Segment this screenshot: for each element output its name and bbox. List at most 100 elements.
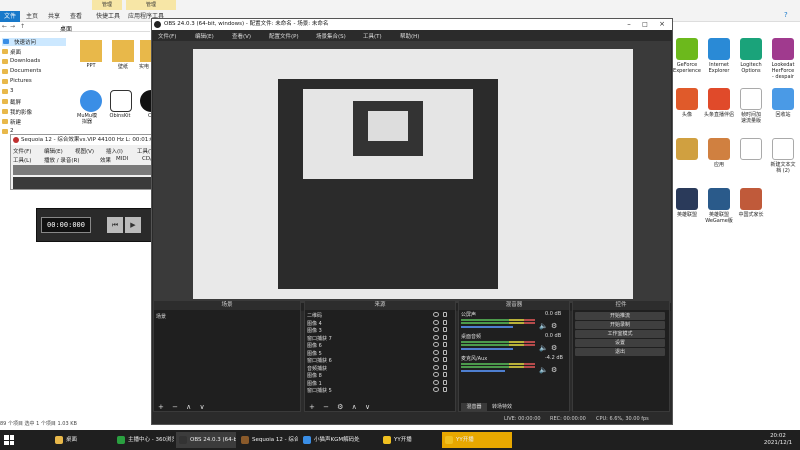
speaker-icon[interactable]: 🔈 bbox=[539, 344, 548, 352]
desktop-app-icon[interactable] bbox=[676, 88, 698, 110]
address-bar[interactable]: ← → ↑ 桌面 bbox=[0, 22, 150, 33]
lock-icon[interactable] bbox=[443, 327, 447, 332]
help-icon[interactable]: ? bbox=[784, 11, 794, 20]
nav-item[interactable]: Documents bbox=[10, 68, 41, 74]
source-item[interactable]: 图像 1 bbox=[307, 380, 322, 387]
source-item[interactable]: 窗口捕获 6 bbox=[307, 357, 332, 364]
minimize-icon[interactable]: – bbox=[622, 19, 636, 30]
source-item[interactable]: 窗口捕获 7 bbox=[307, 335, 332, 342]
close-icon[interactable]: × bbox=[654, 19, 670, 30]
taskbar-button[interactable]: YY开播 bbox=[442, 432, 512, 448]
forward-arrow-icon[interactable]: → bbox=[10, 23, 15, 30]
lock-icon[interactable] bbox=[443, 372, 447, 377]
scene-item[interactable]: 场景 bbox=[156, 313, 166, 320]
nav-item[interactable]: 快速访问 bbox=[2, 38, 66, 46]
obs-menu-item[interactable]: 文件(F) bbox=[158, 32, 176, 40]
taskbar-button[interactable]: 小猫声KGM解码处... bbox=[300, 432, 360, 448]
desktop-app-icon[interactable] bbox=[676, 38, 698, 60]
sequoia-menu-item[interactable]: 工具(L) bbox=[13, 156, 31, 164]
settings-button[interactable]: 设置 bbox=[575, 339, 665, 347]
gear-icon[interactable]: ⚙ bbox=[551, 322, 557, 330]
volume-slider[interactable] bbox=[461, 348, 513, 350]
visibility-eye-icon[interactable] bbox=[433, 387, 439, 392]
nav-item[interactable]: 截屏 bbox=[10, 98, 21, 106]
sequoia-menu-item[interactable]: 视图(V) bbox=[75, 147, 94, 155]
source-item[interactable]: 窗口捕获 5 bbox=[307, 387, 332, 394]
desktop-app-icon[interactable] bbox=[708, 138, 730, 160]
lock-icon[interactable] bbox=[443, 342, 447, 347]
source-item[interactable]: 图像 8 bbox=[307, 372, 322, 379]
visibility-eye-icon[interactable] bbox=[433, 312, 439, 317]
mumu-icon[interactable] bbox=[80, 90, 102, 112]
start-streaming-button[interactable]: 开始推流 bbox=[575, 312, 665, 320]
desktop-app-icon[interactable] bbox=[708, 88, 730, 110]
back-arrow-icon[interactable]: ← bbox=[2, 23, 7, 30]
start-recording-button[interactable]: 开始录制 bbox=[575, 321, 665, 329]
desktop-app-icon[interactable] bbox=[772, 38, 794, 60]
lock-icon[interactable] bbox=[443, 312, 447, 317]
sequoia-menu-item[interactable]: 文件(F) bbox=[13, 147, 31, 155]
lock-icon[interactable] bbox=[443, 349, 447, 355]
nav-item[interactable]: 我的影像 bbox=[10, 108, 32, 116]
nav-item[interactable]: Downloads bbox=[10, 58, 40, 64]
up-arrow-icon[interactable]: ↑ bbox=[20, 23, 25, 30]
lock-icon[interactable] bbox=[443, 357, 447, 362]
obs-menu-item[interactable]: 查看(V) bbox=[232, 32, 251, 40]
nav-item[interactable]: 3 bbox=[10, 88, 14, 94]
maximize-icon[interactable]: □ bbox=[638, 19, 652, 30]
visibility-eye-icon[interactable] bbox=[433, 327, 439, 332]
sequoia-menu-item[interactable]: 播放 / 录音(R) bbox=[44, 156, 79, 164]
visibility-eye-icon[interactable] bbox=[433, 349, 439, 355]
rewind-button[interactable]: ⏮ bbox=[107, 217, 123, 233]
sequoia-menu-item[interactable]: 编辑(E) bbox=[44, 147, 63, 155]
obs-menu-item[interactable]: 帮助(H) bbox=[400, 32, 419, 40]
visibility-eye-icon[interactable] bbox=[433, 319, 439, 325]
taskbar-button[interactable]: 桌面 bbox=[52, 432, 112, 448]
obinskit-icon[interactable] bbox=[110, 90, 132, 112]
taskbar-button[interactable]: Sequoia 12 - 综合效... bbox=[238, 432, 298, 448]
tab-mixer[interactable]: 混音器 bbox=[461, 403, 487, 411]
visibility-eye-icon[interactable] bbox=[433, 342, 439, 347]
system-clock[interactable]: 20:02 2021/12/1 bbox=[760, 432, 796, 448]
context-tab-manage-1[interactable]: 管理 bbox=[92, 0, 122, 10]
desktop-app-icon[interactable] bbox=[708, 38, 730, 60]
obs-preview[interactable] bbox=[153, 41, 671, 311]
folder-icon[interactable] bbox=[80, 40, 102, 62]
ribbon-tab-shortcut-tools[interactable]: 快捷工具 bbox=[96, 11, 120, 20]
gear-icon[interactable]: ⚙ bbox=[551, 344, 557, 352]
desktop-app-icon[interactable] bbox=[740, 38, 762, 60]
folder-icon[interactable] bbox=[112, 40, 134, 62]
speaker-icon[interactable]: 🔈 bbox=[539, 366, 548, 374]
ribbon-tab-file[interactable]: 文件 bbox=[0, 11, 20, 22]
volume-slider[interactable] bbox=[461, 370, 506, 372]
windows-start-icon[interactable] bbox=[4, 435, 14, 445]
nav-item[interactable]: Pictures bbox=[10, 78, 32, 84]
volume-slider[interactable] bbox=[461, 326, 513, 328]
tab-transitions[interactable]: 转场特效 bbox=[489, 403, 515, 411]
taskbar-button[interactable]: YY开播 bbox=[380, 432, 440, 448]
desktop-app-icon[interactable] bbox=[772, 88, 794, 110]
sequoia-menu-item[interactable]: 效果 bbox=[100, 156, 111, 164]
ribbon-tab-home[interactable]: 主页 bbox=[26, 11, 38, 20]
source-add-remove-controls[interactable]: + − ⚙ ∧ ∨ bbox=[309, 403, 373, 411]
source-item[interactable]: 图像 3 bbox=[307, 327, 322, 334]
visibility-eye-icon[interactable] bbox=[433, 334, 439, 340]
play-button[interactable]: ▶ bbox=[125, 217, 141, 233]
scene-add-remove-controls[interactable]: + − ∧ ∨ bbox=[158, 403, 208, 411]
visibility-eye-icon[interactable] bbox=[433, 379, 439, 385]
speaker-icon[interactable]: 🔈 bbox=[539, 322, 548, 330]
obs-menu-item[interactable]: 编辑(E) bbox=[195, 32, 214, 40]
lock-icon[interactable] bbox=[443, 319, 447, 325]
ribbon-tab-view[interactable]: 查看 bbox=[70, 11, 82, 20]
obs-menu-item[interactable]: 配置文件(P) bbox=[269, 32, 299, 40]
taskbar-button[interactable]: 主播中心 - 360浏览... bbox=[114, 432, 174, 448]
source-item[interactable]: 图像 5 bbox=[307, 350, 322, 357]
desktop-app-icon[interactable] bbox=[676, 188, 698, 210]
sequoia-timeline[interactable] bbox=[13, 177, 153, 189]
source-item[interactable]: 图像 6 bbox=[307, 342, 322, 349]
desktop-app-icon[interactable] bbox=[740, 138, 762, 160]
nav-item[interactable]: 新建 bbox=[10, 118, 21, 126]
nav-item[interactable]: 桌面 bbox=[10, 48, 21, 56]
source-item[interactable]: 音频捕获 bbox=[307, 365, 327, 372]
exit-button[interactable]: 退出 bbox=[575, 348, 665, 356]
